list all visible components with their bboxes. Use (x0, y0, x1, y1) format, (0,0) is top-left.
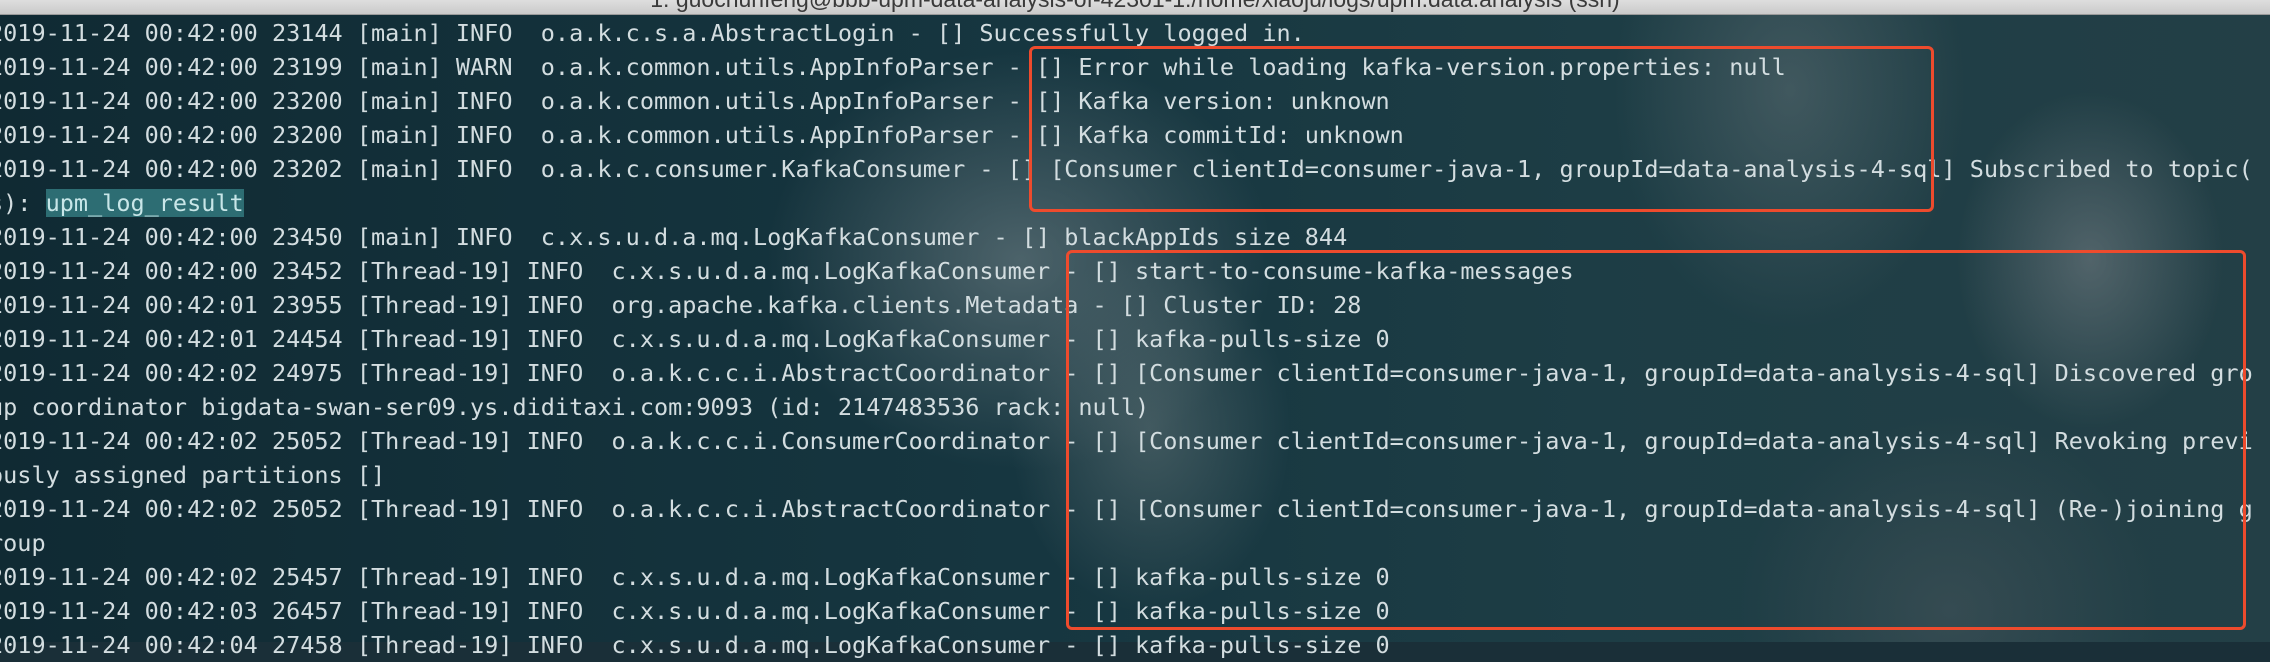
log-line-text: 2019-11-24 00:42:00 23199 [main] WARN o.… (0, 53, 1786, 81)
log-line-text: 2019-11-24 00:42:00 23200 [main] INFO o.… (0, 121, 1404, 149)
log-line: 2019-11-24 00:42:00 23199 [main] WARN o.… (0, 50, 2253, 84)
log-line: 2019-11-24 00:42:01 23955 [Thread-19] IN… (0, 288, 2253, 322)
log-line: roup (0, 526, 2253, 560)
log-line: 2019-11-24 00:42:01 24454 [Thread-19] IN… (0, 322, 2253, 356)
log-line-text: roup (0, 529, 46, 557)
log-line-text: 2019-11-24 00:42:00 23452 [Thread-19] IN… (0, 257, 1574, 285)
log-line-text: 2019-11-24 00:42:00 23144 [main] INFO o.… (0, 19, 1305, 47)
log-line-text: 2019-11-24 00:42:00 23200 [main] INFO o.… (0, 87, 1390, 115)
log-line-text: 2019-11-24 00:42:00 23450 [main] INFO c.… (0, 223, 1348, 251)
log-line: 2019-11-24 00:42:00 23202 [main] INFO o.… (0, 152, 2253, 186)
log-line-text: 2019-11-24 00:42:02 25052 [Thread-19] IN… (0, 427, 2253, 455)
window-title: 1. guochunfeng@bbb-upm-data-analysis-of-… (0, 0, 2270, 13)
log-line: 2019-11-24 00:42:03 26457 [Thread-19] IN… (0, 594, 2253, 628)
log-line: 2019-11-24 00:42:04 27458 [Thread-19] IN… (0, 628, 2253, 662)
log-line: 2019-11-24 00:42:02 25052 [Thread-19] IN… (0, 492, 2253, 526)
log-line: 2019-11-24 00:42:00 23450 [main] INFO c.… (0, 220, 2253, 254)
log-line: ously assigned partitions [] (0, 458, 2253, 492)
log-line-text: s): (0, 189, 32, 217)
log-line: 2019-11-24 00:42:00 23200 [main] INFO o.… (0, 118, 2253, 152)
log-line: up coordinator bigdata-swan-ser09.ys.did… (0, 390, 2253, 424)
log-line-text: 2019-11-24 00:42:01 24454 [Thread-19] IN… (0, 325, 1390, 353)
log-line-text: 2019-11-24 00:42:02 24975 [Thread-19] IN… (0, 359, 2253, 387)
log-line-text: 2019-11-24 00:42:02 25052 [Thread-19] IN… (0, 495, 2253, 523)
log-line: 2019-11-24 00:42:00 23200 [main] INFO o.… (0, 84, 2253, 118)
log-line: 2019-11-24 00:42:02 24975 [Thread-19] IN… (0, 356, 2253, 390)
log-line-text: up coordinator bigdata-swan-ser09.ys.did… (0, 393, 1150, 421)
topic-name-highlight: upm_log_result (45, 189, 244, 217)
log-line-text: 2019-11-24 00:42:01 23955 [Thread-19] IN… (0, 291, 1362, 319)
log-line-text: 2019-11-24 00:42:00 23202 [main] INFO o.… (0, 155, 2253, 183)
window-titlebar[interactable]: 1. guochunfeng@bbb-upm-data-analysis-of-… (0, 0, 2270, 15)
log-line: s): upm_log_result (0, 186, 2253, 220)
log-line-text: 2019-11-24 00:42:03 26457 [Thread-19] IN… (0, 597, 1390, 625)
log-line: 2019-11-24 00:42:02 25457 [Thread-19] IN… (0, 560, 2253, 594)
log-line: 2019-11-24 00:42:00 23144 [main] INFO o.… (0, 16, 2253, 50)
log-line: 2019-11-24 00:42:00 23452 [Thread-19] IN… (0, 254, 2253, 288)
terminal-output[interactable]: 2019-11-24 00:42:00 23144 [main] INFO o.… (0, 16, 2253, 662)
log-line: 2019-11-24 00:42:02 25052 [Thread-19] IN… (0, 424, 2253, 458)
log-line-text: 2019-11-24 00:42:02 25457 [Thread-19] IN… (0, 563, 1390, 591)
log-line-text: 2019-11-24 00:42:04 27458 [Thread-19] IN… (0, 631, 1390, 659)
log-line-text: ously assigned partitions [] (0, 461, 386, 489)
